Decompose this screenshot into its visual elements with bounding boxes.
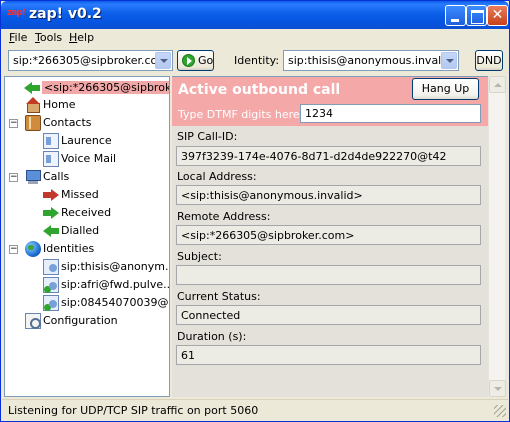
collapse-icon[interactable]: − [9,173,18,182]
tree-item-home[interactable]: Home [5,96,169,114]
contact-card-icon [43,133,59,149]
duration-label: Duration (s): [177,330,247,343]
close-button[interactable]: ✕ [487,5,508,26]
tree-item-missed[interactable]: Missed [5,186,169,204]
address-combo[interactable]: sip:*266305@sipbroker.com [8,50,173,71]
menu-file[interactable]: File [9,31,27,44]
collapse-icon[interactable]: − [9,245,18,254]
address-dropdown-arrow-icon[interactable] [155,52,171,69]
close-icon: ✕ [491,7,504,23]
tree-item-label: Missed [61,188,99,201]
hang-up-button[interactable]: Hang Up [412,78,479,100]
tree-item-label: sip:afri@fwd.pulve... [61,278,170,291]
subject-label: Subject: [177,250,222,263]
identity-dropdown-arrow-icon[interactable] [441,52,457,69]
address-value: sip:*266305@sipbroker.com [13,54,168,67]
local-address-label: Local Address: [177,170,257,183]
settings-icon [25,313,41,329]
identity-label: Identity: [234,54,280,67]
zap-logo-icon: zap! [7,8,26,18]
tree-item-label: sip:08454070039@... [61,296,170,309]
contact-card-icon [43,151,59,167]
outbound-call-icon [24,80,40,96]
sip-call-id-label: SIP Call-ID: [177,130,238,143]
collapse-icon[interactable]: − [9,119,18,128]
app-window: zap! zap! v0.2 ✕ File Tools Help sip:*26… [0,0,510,422]
dtmf-label: Type DTMF digits here: [178,108,304,121]
title-bar[interactable]: zap! zap! v0.2 ✕ [1,1,509,29]
call-title: Active outbound call [178,82,341,98]
identity-icon [43,259,59,275]
vertical-scrollbar[interactable] [488,76,506,397]
identity-online-icon [43,277,59,293]
resize-grip-icon[interactable] [494,405,506,417]
go-arrow-icon [182,54,195,67]
window-title: zap! v0.2 [29,6,102,22]
identity-online-icon [43,295,59,311]
call-panel: Active outbound call Hang Up Type DTMF d… [172,76,488,397]
tree-item-label: Voice Mail [61,152,117,165]
computer-icon [25,169,41,185]
navigation-tree[interactable]: <sip:*266305@sipbrok... Home − Contacts … [4,76,170,397]
tree-item-label: Laurence [61,134,112,147]
tree-item-identity[interactable]: sip:08454070039@... [5,294,169,312]
current-status-field[interactable]: Connected [176,305,481,325]
dialled-call-arrow-icon [43,223,59,239]
scroll-down-icon[interactable] [489,380,506,397]
tree-item-calls[interactable]: − Calls [5,168,169,186]
tree-item-dialled[interactable]: Dialled [5,222,169,240]
tree-item-label: Contacts [43,116,92,129]
dnd-button[interactable]: DND [475,50,503,71]
tree-item-received[interactable]: Received [5,204,169,222]
identity-value: sip:thisis@anonymous.invalid [288,54,452,67]
identity-combo[interactable]: sip:thisis@anonymous.invalid [283,50,459,71]
duration-field[interactable]: 61 [176,345,481,365]
tree-item-identities[interactable]: − Identities [5,240,169,258]
call-header: Active outbound call Hang Up Type DTMF d… [172,77,488,126]
scroll-up-icon[interactable] [489,76,506,93]
tree-item-configuration[interactable]: Configuration [5,312,169,330]
home-icon [25,97,41,113]
status-bar: Listening for UDP/TCP SIP traffic on por… [2,399,508,419]
sip-call-id-field[interactable]: 397f3239-174e-4076-8d71-d2d4de922270@t42 [176,146,481,166]
tree-item-label: Dialled [61,224,100,237]
remote-address-field[interactable]: <sip:*266305@sipbroker.com> [176,225,481,245]
remote-address-label: Remote Address: [177,210,271,223]
tree-item-active-call[interactable]: <sip:*266305@sipbrok... [5,79,169,97]
maximize-button[interactable] [466,5,487,26]
go-label: Go [198,54,214,67]
menu-tools-label: ools [39,31,63,44]
missed-call-arrow-icon [43,187,59,203]
dtmf-input[interactable]: 1234 [300,104,481,123]
globe-icon [25,241,41,257]
menu-bar: File Tools Help [2,29,508,46]
menu-tools[interactable]: Tools [35,31,62,44]
tree-item-label: Configuration [43,314,118,327]
tree-item-label: Identities [43,242,95,255]
tree-item-label: Calls [43,170,70,183]
menu-help-label: elp [77,31,95,44]
toolbar: sip:*266305@sipbroker.com Go Identity: s… [2,47,508,74]
subject-field[interactable] [176,265,481,285]
tree-item-contacts[interactable]: − Contacts [5,114,169,132]
tree-item-label: Received [61,206,112,219]
tree-item-identity[interactable]: sip:afri@fwd.pulve... [5,276,169,294]
menu-file-label: ile [14,31,28,44]
tree-item-label: Home [43,98,76,111]
tree-item-contact[interactable]: Laurence [5,132,169,150]
status-text: Listening for UDP/TCP SIP traffic on por… [8,404,259,417]
menu-help[interactable]: Help [69,31,94,44]
received-call-arrow-icon [43,205,59,221]
tree-item-label: <sip:*266305@sipbrok... [42,81,169,94]
local-address-field[interactable]: <sip:thisis@anonymous.invalid> [176,185,481,205]
current-status-label: Current Status: [177,290,261,303]
address-book-icon [25,115,41,131]
minimize-button[interactable] [445,5,466,26]
tree-item-identity[interactable]: sip:thisis@anonym... [5,258,169,276]
tree-item-label: sip:thisis@anonym... [61,260,170,273]
go-button[interactable]: Go [177,50,214,71]
tree-item-contact[interactable]: Voice Mail [5,150,169,168]
